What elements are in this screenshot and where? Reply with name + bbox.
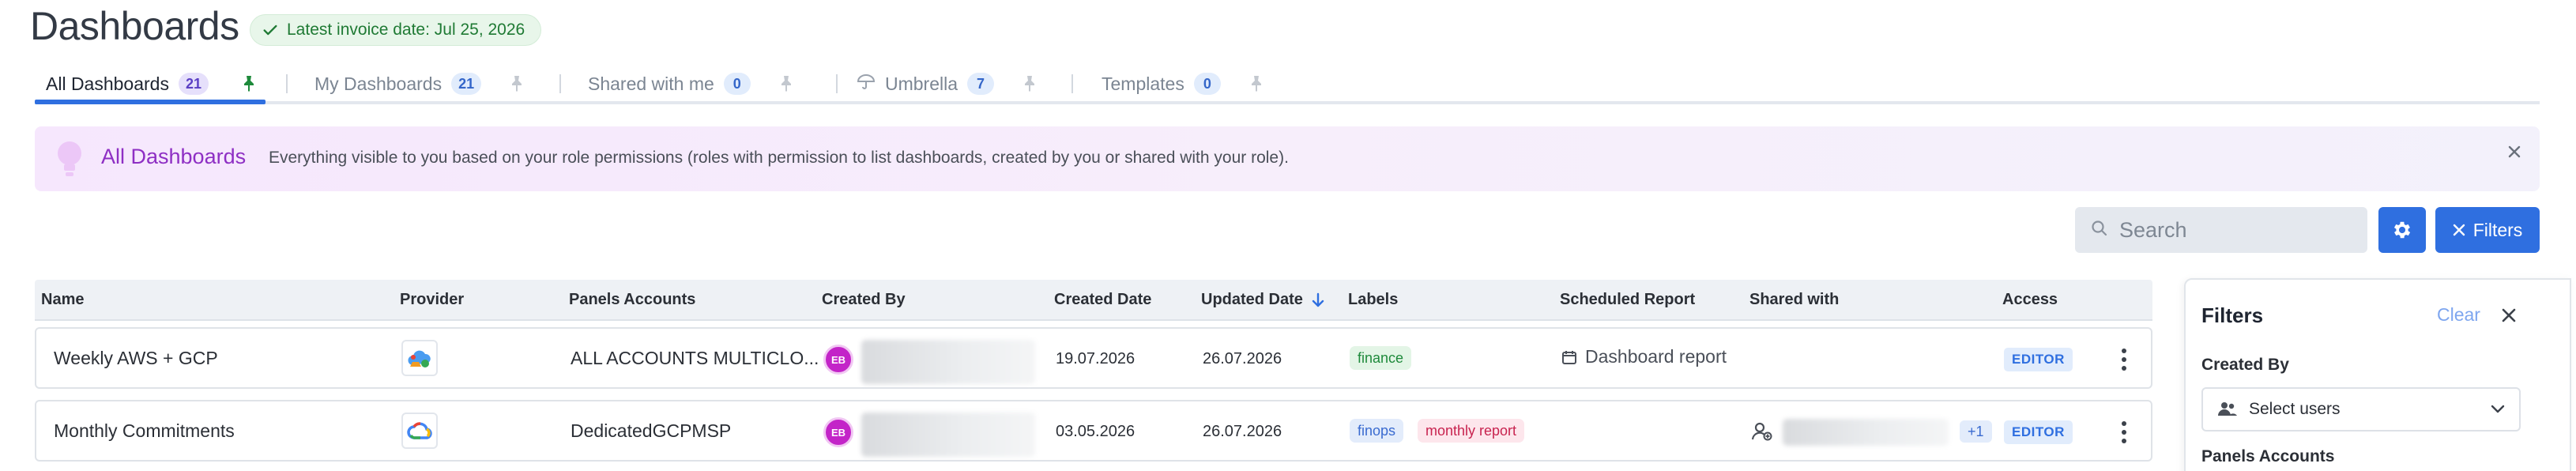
banner-title: All Dashboards: [101, 145, 247, 168]
gear-icon: [2393, 221, 2411, 239]
umbrella-icon: [857, 72, 876, 96]
banner-text: Everything visible to you based on your …: [269, 149, 1289, 167]
tab-my-dashboards[interactable]: My Dashboards 21: [314, 65, 527, 103]
tab-separator: [836, 74, 838, 93]
shared-user-icon: [1751, 420, 1773, 447]
table-header: Name Provider Panels Accounts Created By…: [35, 280, 2152, 321]
column-header-created-by[interactable]: Created By: [822, 291, 906, 309]
tab-count: 7: [967, 73, 995, 95]
redacted-creator-name: [861, 340, 1035, 384]
check-icon: [263, 24, 277, 36]
search-box: [2075, 207, 2367, 253]
table-row[interactable]: Monthly Commitments DedicatedGCPMSP EB 0…: [35, 400, 2152, 462]
updated-date: 26.07.2026: [1203, 423, 1282, 440]
tab-count: 0: [1193, 73, 1221, 95]
calendar-icon: [1562, 350, 1576, 364]
created-date: 19.07.2026: [1056, 350, 1135, 367]
label-chip[interactable]: finops: [1350, 419, 1404, 443]
pin-icon[interactable]: [776, 73, 797, 94]
tab-count: 0: [723, 73, 751, 95]
tab-label: Shared with me: [588, 73, 714, 94]
redacted-creator-name: [861, 413, 1035, 457]
column-header-access[interactable]: Access: [2002, 291, 2058, 309]
invoice-date-badge: Latest invoice date: Jul 25, 2026: [250, 14, 542, 46]
label-chip[interactable]: finance: [1350, 346, 1412, 370]
dashboard-name[interactable]: Monthly Commitments: [54, 420, 235, 442]
table-row[interactable]: Weekly AWS + GCP ALL ACCOUNTS MULTICLO..…: [35, 327, 2152, 389]
avatar: EB: [823, 345, 853, 375]
access-badge: EDITOR: [2004, 420, 2073, 444]
row-menu-icon[interactable]: [2115, 417, 2133, 447]
pin-icon[interactable]: [507, 73, 527, 94]
tab-count: 21: [178, 73, 209, 95]
created-date: 03.05.2026: [1056, 423, 1135, 440]
shared-more-chip[interactable]: +1: [1960, 420, 1992, 443]
banner-close-icon[interactable]: [2503, 141, 2525, 163]
scheduled-report-label: Dashboard report: [1585, 346, 1727, 367]
search-icon: [2091, 220, 2108, 241]
tab-separator: [1071, 74, 1073, 93]
pin-icon[interactable]: [1019, 73, 1040, 94]
tab-label: Templates: [1102, 73, 1184, 94]
google-cloud-icon: [401, 413, 438, 449]
filters-button-label: Filters: [2472, 219, 2523, 240]
chevron-down-icon: [2491, 405, 2505, 413]
column-header-scheduled-report[interactable]: Scheduled Report: [1560, 291, 1695, 309]
page-title: Dashboards: [30, 4, 239, 48]
multicloud-icon: [401, 340, 438, 376]
redacted-shared-with: [1783, 419, 1949, 446]
panels-accounts: DedicatedGCPMSP: [571, 420, 732, 441]
filters-panel-title: Filters: [2201, 303, 2264, 327]
created-by-select[interactable]: Select users: [2201, 387, 2521, 431]
tab-separator: [559, 74, 561, 93]
column-header-created-date[interactable]: Created Date: [1054, 291, 1151, 309]
clear-filters-button[interactable]: Clear: [2437, 304, 2480, 326]
column-header-updated-date[interactable]: Updated Date: [1201, 291, 1325, 309]
tab-shared-with-me[interactable]: Shared with me 0: [588, 65, 797, 103]
dashboard-name[interactable]: Weekly AWS + GCP: [54, 348, 218, 369]
column-header-name[interactable]: Name: [41, 291, 84, 309]
column-header-label: Updated Date: [1201, 291, 1303, 308]
tab-separator: [286, 74, 288, 93]
pin-icon[interactable]: [239, 73, 259, 94]
search-input[interactable]: [2119, 217, 2356, 243]
created-by-select-value: Select users: [2249, 400, 2341, 418]
pin-icon[interactable]: [1246, 73, 1267, 94]
column-header-shared-with[interactable]: Shared with: [1749, 291, 1839, 309]
tab-label: My Dashboards: [314, 73, 443, 94]
label-chip[interactable]: monthly report: [1418, 419, 1525, 443]
scheduled-report[interactable]: Dashboard report: [1561, 346, 1727, 367]
sort-descending-icon: [1312, 292, 1324, 307]
close-filters-icon[interactable]: [2497, 303, 2521, 327]
tab-label: Umbrella: [885, 73, 958, 94]
created-by-filter-label: Created By: [2201, 356, 2289, 374]
tab-templates[interactable]: Templates 0: [1102, 65, 1267, 103]
tab-count: 21: [451, 73, 482, 95]
dashboard-tabs: All Dashboards 21 My Dashboards 21 Share…: [35, 65, 2540, 103]
tab-umbrella[interactable]: Umbrella 7: [857, 65, 1040, 103]
close-icon: [2453, 224, 2465, 236]
column-header-panels-accounts[interactable]: Panels Accounts: [569, 291, 695, 309]
avatar: EB: [823, 417, 853, 447]
filters-button[interactable]: Filters: [2435, 207, 2540, 253]
column-header-provider[interactable]: Provider: [400, 291, 464, 309]
panels-accounts: ALL ACCOUNTS MULTICLO...: [571, 348, 819, 368]
panels-accounts-filter-label: Panels Accounts: [2201, 447, 2335, 465]
updated-date: 26.07.2026: [1203, 350, 1282, 367]
access-badge: EDITOR: [2004, 348, 2073, 371]
invoice-date-text: Latest invoice date: Jul 25, 2026: [287, 21, 525, 39]
column-header-labels[interactable]: Labels: [1348, 291, 1398, 309]
tab-label: All Dashboards: [46, 73, 169, 94]
lightbulb-icon: [54, 139, 85, 179]
users-icon: [2218, 402, 2237, 416]
tab-all-dashboards[interactable]: All Dashboards 21: [46, 65, 259, 103]
settings-button[interactable]: [2378, 207, 2426, 253]
row-menu-icon[interactable]: [2115, 345, 2133, 375]
